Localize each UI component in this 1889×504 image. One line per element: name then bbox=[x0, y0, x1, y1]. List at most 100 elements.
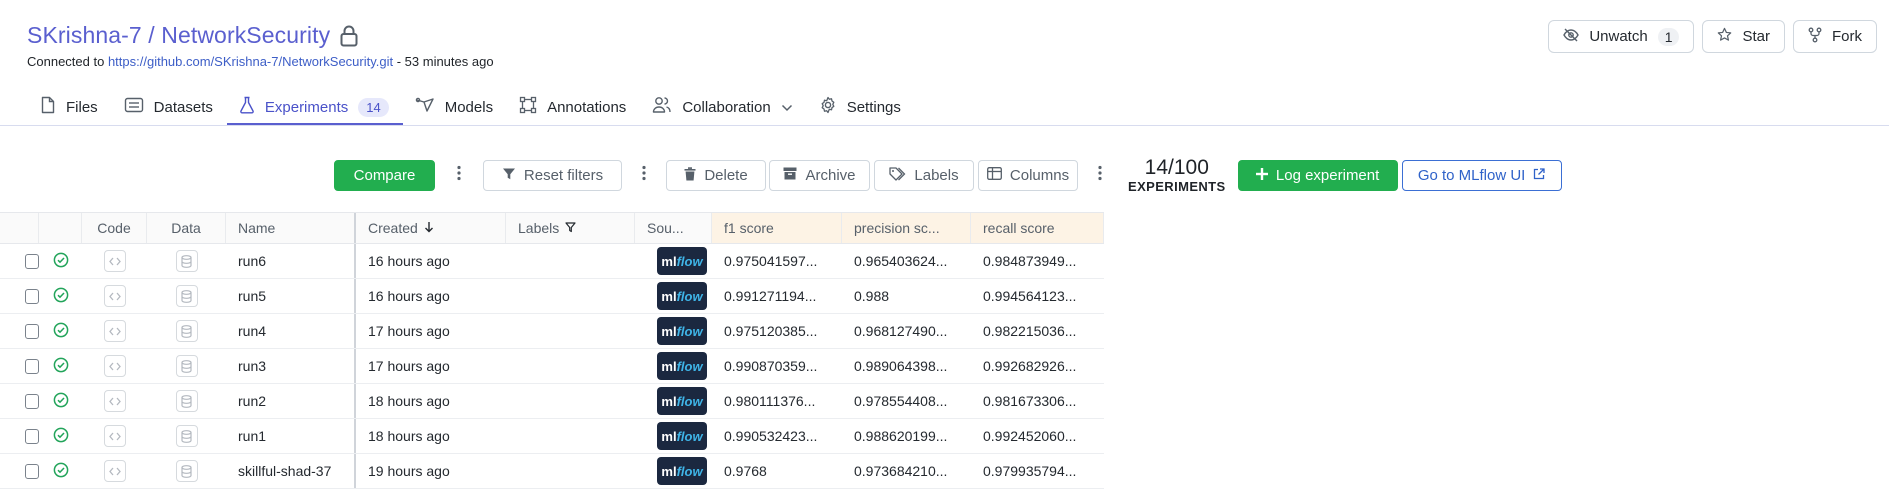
row-select[interactable] bbox=[0, 244, 39, 278]
row-name[interactable]: run3 bbox=[226, 349, 356, 383]
row-checkbox[interactable] bbox=[25, 358, 39, 374]
header-created[interactable]: Created bbox=[356, 213, 506, 243]
repo-name[interactable]: SKrishna-7 / NetworkSecurity bbox=[27, 22, 330, 49]
database-icon bbox=[175, 355, 198, 377]
row-select[interactable] bbox=[0, 314, 39, 348]
table-row[interactable]: run5 16 hours ago ml flow 0.991271194... … bbox=[0, 279, 1104, 314]
row-code[interactable] bbox=[82, 419, 147, 453]
table-row[interactable]: run1 18 hours ago ml flow 0.990532423... … bbox=[0, 419, 1104, 454]
labels-button[interactable]: Labels bbox=[874, 160, 974, 191]
header-data[interactable]: Data bbox=[147, 213, 226, 243]
row-name[interactable]: run2 bbox=[226, 384, 356, 418]
compare-more-menu[interactable] bbox=[443, 160, 475, 191]
mlflow-flow: flow bbox=[676, 288, 703, 304]
header-precision-score[interactable]: precision sc... bbox=[842, 213, 971, 243]
row-select[interactable] bbox=[0, 349, 39, 383]
table-row[interactable]: run6 16 hours ago ml flow 0.975041597... … bbox=[0, 244, 1104, 279]
row-labels[interactable] bbox=[506, 244, 635, 278]
row-source[interactable]: ml flow bbox=[635, 384, 712, 418]
mlflow-ui-button[interactable]: Go to MLflow UI bbox=[1401, 160, 1562, 191]
filters-more-menu[interactable] bbox=[628, 160, 660, 191]
row-source[interactable]: ml flow bbox=[635, 419, 712, 453]
row-source[interactable]: ml flow bbox=[635, 349, 712, 383]
row-checkbox[interactable] bbox=[25, 393, 39, 409]
tab-collaboration[interactable]: Collaboration bbox=[640, 89, 806, 125]
mlflow-flow: flow bbox=[676, 358, 703, 374]
header-code[interactable]: Code bbox=[82, 213, 147, 243]
row-data[interactable] bbox=[147, 454, 226, 488]
row-name[interactable]: run5 bbox=[226, 279, 356, 313]
table-row[interactable]: skillful-shad-37 19 hours ago ml flow 0.9… bbox=[0, 454, 1104, 489]
row-select[interactable] bbox=[0, 419, 39, 453]
row-name[interactable]: run1 bbox=[226, 419, 356, 453]
row-select[interactable] bbox=[0, 279, 39, 313]
row-checkbox[interactable] bbox=[25, 428, 39, 444]
tab-experiments[interactable]: Experiments 14 bbox=[226, 89, 403, 126]
table-row[interactable]: run3 17 hours ago ml flow 0.990870359... … bbox=[0, 349, 1104, 384]
row-source[interactable]: ml flow bbox=[635, 314, 712, 348]
tab-models[interactable]: Models bbox=[403, 89, 507, 125]
code-icon bbox=[103, 355, 126, 377]
header-f1-score[interactable]: f1 score bbox=[712, 213, 842, 243]
annotation-icon bbox=[519, 96, 537, 118]
star-button[interactable]: Star bbox=[1702, 20, 1785, 53]
table-row[interactable]: run2 18 hours ago ml flow 0.980111376... … bbox=[0, 384, 1104, 419]
header-name[interactable]: Name bbox=[226, 213, 356, 243]
header-source[interactable]: Sou... bbox=[635, 213, 712, 243]
tab-datasets-label: Datasets bbox=[153, 98, 213, 116]
header-recall-score[interactable]: recall score bbox=[971, 213, 1104, 243]
row-name[interactable]: run4 bbox=[226, 314, 356, 348]
header-labels[interactable]: Labels bbox=[506, 213, 635, 243]
row-select[interactable] bbox=[0, 384, 39, 418]
archive-button[interactable]: Archive bbox=[769, 160, 870, 191]
row-data[interactable] bbox=[147, 244, 226, 278]
tab-annotations[interactable]: Annotations bbox=[507, 89, 640, 125]
table-row[interactable]: run4 17 hours ago ml flow 0.975120385... … bbox=[0, 314, 1104, 349]
row-data[interactable] bbox=[147, 314, 226, 348]
database-icon bbox=[175, 320, 198, 342]
kebab-icon bbox=[457, 165, 461, 186]
row-source[interactable]: ml flow bbox=[635, 279, 712, 313]
row-checkbox[interactable] bbox=[25, 463, 39, 479]
row-data[interactable] bbox=[147, 384, 226, 418]
row-code[interactable] bbox=[82, 279, 147, 313]
tab-files[interactable]: Files bbox=[28, 89, 112, 125]
unwatch-button[interactable]: Unwatch 1 bbox=[1548, 20, 1695, 53]
row-code[interactable] bbox=[82, 244, 147, 278]
row-name[interactable]: run6 bbox=[226, 244, 356, 278]
row-name[interactable]: skillful-shad-37 bbox=[226, 454, 356, 488]
fork-button[interactable]: Fork bbox=[1793, 20, 1877, 53]
log-experiment-button[interactable]: Log experiment bbox=[1237, 160, 1398, 191]
row-source[interactable]: ml flow bbox=[635, 244, 712, 278]
row-labels[interactable] bbox=[506, 454, 635, 488]
mlflow-ml: ml bbox=[661, 323, 677, 339]
row-code[interactable] bbox=[82, 314, 147, 348]
row-data[interactable] bbox=[147, 279, 226, 313]
row-labels[interactable] bbox=[506, 384, 635, 418]
tab-datasets[interactable]: Datasets bbox=[112, 89, 227, 125]
connected-url-link[interactable]: https://github.com/SKrishna-7/NetworkSec… bbox=[108, 54, 393, 69]
row-code[interactable] bbox=[82, 384, 147, 418]
columns-button[interactable]: Columns bbox=[978, 160, 1078, 191]
row-code[interactable] bbox=[82, 349, 147, 383]
repo-tabs: Files Datasets Experiments 14 Models Ann… bbox=[28, 89, 915, 126]
row-checkbox[interactable] bbox=[25, 253, 39, 269]
row-data[interactable] bbox=[147, 419, 226, 453]
row-checkbox[interactable] bbox=[25, 323, 39, 339]
row-labels[interactable] bbox=[506, 279, 635, 313]
row-labels[interactable] bbox=[506, 314, 635, 348]
compare-button[interactable]: Compare bbox=[334, 160, 435, 191]
row-data[interactable] bbox=[147, 349, 226, 383]
tab-settings[interactable]: Settings bbox=[807, 89, 915, 125]
filter-icon bbox=[502, 167, 516, 185]
reset-filters-button[interactable]: Reset filters bbox=[483, 160, 622, 191]
row-labels[interactable] bbox=[506, 419, 635, 453]
row-select[interactable] bbox=[0, 454, 39, 488]
row-code[interactable] bbox=[82, 454, 147, 488]
row-checkbox[interactable] bbox=[25, 288, 39, 304]
row-source[interactable]: ml flow bbox=[635, 454, 712, 488]
delete-button[interactable]: Delete bbox=[666, 160, 766, 191]
row-labels[interactable] bbox=[506, 349, 635, 383]
row-f1-score: 0.991271194... bbox=[724, 288, 817, 304]
columns-more-menu[interactable] bbox=[1084, 160, 1116, 191]
